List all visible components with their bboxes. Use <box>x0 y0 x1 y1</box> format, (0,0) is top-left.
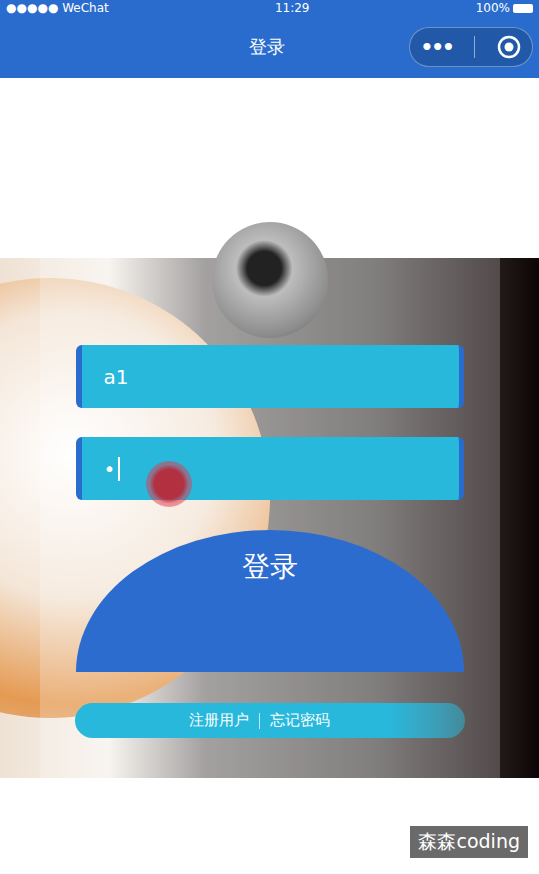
nav-bar: 登录 ••• <box>0 16 539 78</box>
link[interactable]: 注册用户 <box>189 711 249 730</box>
login-page: ●●●●● WeChat 11:29 100% 登录 ••• a1 • 登录 注… <box>0 0 539 874</box>
battery-icon <box>513 4 533 13</box>
touch-indicator <box>146 461 192 507</box>
close-target-icon[interactable] <box>496 34 522 60</box>
status-bar: ●●●●● WeChat 11:29 100% <box>0 0 539 16</box>
clock: 11:29 <box>275 2 310 14</box>
battery: 100% <box>476 2 533 14</box>
username-input[interactable]: a1 <box>76 345 464 408</box>
text-cursor <box>118 457 120 481</box>
top-bar: ●●●●● WeChat 11:29 100% 登录 ••• <box>0 0 539 78</box>
links-bar: 注册用户 忘记密码 <box>75 703 465 738</box>
login-button[interactable]: 登录 <box>76 530 464 672</box>
login-body: a1 • 登录 注册用户 忘记密码 森森coding <box>0 78 539 874</box>
password-input[interactable]: • <box>76 437 464 500</box>
link[interactable]: 忘记密码 <box>270 711 330 730</box>
capsule: ••• <box>409 27 533 67</box>
watermark: 森森coding <box>410 826 528 858</box>
more-button[interactable]: ••• <box>420 35 452 59</box>
carrier: ●●●●● WeChat <box>6 2 109 14</box>
login-form: a1 • 登录 注册用户 忘记密码 <box>0 78 539 738</box>
nav-title: 登录 <box>249 35 285 59</box>
avatar <box>212 222 328 338</box>
